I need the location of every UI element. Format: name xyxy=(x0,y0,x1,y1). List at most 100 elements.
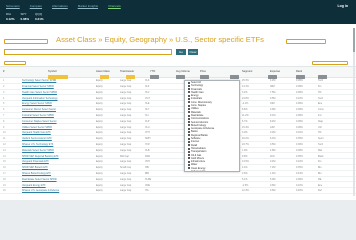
etf-name-link[interactable]: Materials Select Sector SPDR xyxy=(22,149,54,152)
column-header[interactable]: Rank xyxy=(296,70,302,73)
etf-name-link[interactable]: Vanguard Health Care ETF xyxy=(22,131,51,134)
table-cell: Mat xyxy=(318,148,322,152)
etf-name-link[interactable]: iShares U.S. Aerospace & Defense xyxy=(22,189,59,192)
checkbox-icon[interactable] xyxy=(188,144,190,147)
table-cell: Mid Cap xyxy=(120,154,129,158)
nav-item[interactable]: Screeners xyxy=(6,4,20,8)
checkbox-icon[interactable] xyxy=(188,94,190,97)
go-button[interactable]: Go xyxy=(176,49,186,55)
nav-item[interactable]: Alternatives xyxy=(52,4,68,8)
column-header[interactable]: YTD xyxy=(150,70,155,73)
table-row[interactable]: 20 iShares U.S. Aerospace & Defense Equity… xyxy=(0,188,356,194)
etf-name-link[interactable]: Energy Select Sector SPDR xyxy=(22,102,52,105)
column-header[interactable]: Symbol xyxy=(48,70,57,73)
nav-item[interactable]: Compare xyxy=(30,4,42,8)
checkbox-icon[interactable] xyxy=(188,114,190,117)
table-cell: VFH xyxy=(145,160,150,164)
checkbox-icon[interactable] xyxy=(188,154,190,157)
etf-name-link[interactable]: iShares U.S. Technology ETF xyxy=(22,143,53,146)
search-input[interactable] xyxy=(4,49,172,55)
page-size-select[interactable] xyxy=(4,61,26,65)
column-header[interactable]: Segment xyxy=(242,70,252,73)
login-button[interactable]: Log in xyxy=(338,4,349,8)
table-cell: 11M xyxy=(270,154,275,158)
table-cell: Equity xyxy=(96,108,103,112)
checkbox-icon[interactable] xyxy=(188,107,190,110)
sector-dropdown[interactable]: Select All Technology Financials Health Car… xyxy=(184,80,240,172)
ticker-strip: DIA 0.12% SPY 0.08% QQQ 0.21% xyxy=(6,12,44,21)
etf-name-link[interactable]: SPDR S&P Biotech ETF xyxy=(22,166,48,169)
etf-name-link[interactable]: Vanguard Financials ETF xyxy=(22,160,49,163)
checkbox-icon[interactable] xyxy=(188,88,190,91)
column-header[interactable]: Asset Class xyxy=(96,70,110,73)
checkbox-icon[interactable] xyxy=(188,167,190,170)
table-cell: 7.2M xyxy=(270,166,276,170)
etf-name-link[interactable]: Utilities Select Sector SPDR xyxy=(22,126,52,129)
checkbox-icon[interactable] xyxy=(188,91,190,94)
checkbox-icon[interactable] xyxy=(188,104,190,107)
table-cell: IBB xyxy=(145,172,149,176)
column-header[interactable]: Price xyxy=(200,70,206,73)
page-scrollbar[interactable] xyxy=(353,28,355,196)
etf-name-link[interactable]: Vanguard Energy ETF xyxy=(22,184,46,187)
checkbox-icon[interactable] xyxy=(188,117,190,120)
column-header[interactable]: Expense xyxy=(270,70,280,73)
table-cell: Cons xyxy=(318,108,324,112)
table-cell: 20 xyxy=(3,189,6,193)
table-filter-input[interactable] xyxy=(312,61,348,65)
etf-name-link[interactable]: Technology Select Sector SPDR xyxy=(22,79,56,82)
column-header[interactable]: Avg Volume xyxy=(176,70,190,73)
table-cell: -1.5% xyxy=(242,183,249,187)
scrollbar-thumb[interactable] xyxy=(353,28,355,52)
etf-name-link[interactable]: Consumer Discret Select Sector xyxy=(22,108,56,111)
dropdown-option[interactable]: Cybersecurity xyxy=(185,170,239,171)
checkbox-icon[interactable] xyxy=(188,111,190,114)
checkbox-icon[interactable] xyxy=(188,98,190,101)
checkbox-icon[interactable] xyxy=(188,121,190,124)
table-cell: Large Cap xyxy=(120,90,132,94)
checkbox-icon[interactable] xyxy=(188,137,190,140)
checkbox-icon[interactable] xyxy=(188,134,190,137)
checkbox-icon[interactable] xyxy=(188,157,190,160)
table-cell: Equity xyxy=(96,90,103,94)
nav-item-active[interactable]: Channels xyxy=(108,4,121,8)
checkbox-icon[interactable] xyxy=(188,160,190,163)
etf-name-link[interactable]: SPDR S&P Regional Banking ETF xyxy=(22,155,59,158)
checkbox-icon[interactable] xyxy=(188,131,190,134)
table-cell: 0.09% xyxy=(296,108,303,112)
etf-name-link[interactable]: Real Estate Select Sector SPDR xyxy=(22,178,57,181)
checkbox-icon[interactable] xyxy=(188,147,190,150)
etf-name-link[interactable]: iShares Biotechnology ETF xyxy=(22,172,51,175)
etf-name-link[interactable]: Consumer Staples Select Sector xyxy=(22,120,57,123)
etf-name-link[interactable]: Health Care Select Sector SPDR xyxy=(22,91,57,94)
checkbox-icon[interactable] xyxy=(188,101,190,104)
checkbox-icon[interactable] xyxy=(188,84,190,87)
table-cell: Large Cap xyxy=(120,102,132,106)
geography-select[interactable] xyxy=(286,39,326,44)
table-cell: Large Cap xyxy=(120,189,132,193)
checkbox-icon[interactable] xyxy=(188,81,190,84)
checkbox-icon[interactable] xyxy=(188,164,190,167)
checkbox-icon[interactable] xyxy=(188,124,190,127)
table-cell: 15 xyxy=(3,160,6,164)
checkbox-icon[interactable] xyxy=(188,127,190,130)
table-cell: 9.1M xyxy=(270,114,276,118)
etf-name-link[interactable]: Industrial Select Sector SPDR xyxy=(22,114,54,117)
table-cell: Bio xyxy=(318,166,322,170)
checkbox-icon[interactable] xyxy=(188,150,190,153)
table-cell: 0.35% xyxy=(296,166,303,170)
asset-class-select[interactable] xyxy=(4,39,48,44)
table-cell: XLK xyxy=(145,79,150,83)
checkbox-icon[interactable] xyxy=(188,170,190,171)
table-cell: 3.9M xyxy=(270,108,276,112)
etf-name-link[interactable]: Financial Select Sector SPDR xyxy=(22,85,54,88)
table-cell: VGT xyxy=(145,96,150,100)
table-cell: 0.09% xyxy=(296,114,303,118)
checkbox-icon[interactable] xyxy=(188,140,190,143)
column-header[interactable]: Total Assets xyxy=(120,70,134,73)
clear-button[interactable]: Clear xyxy=(188,49,198,55)
table-cell: 0.09% xyxy=(296,102,303,106)
nav-item[interactable]: Market Insights xyxy=(78,4,98,8)
etf-name-link[interactable]: Vanguard Information Technology xyxy=(22,97,58,100)
etf-name-link[interactable]: VanEck Semiconductor ETF xyxy=(22,137,52,140)
